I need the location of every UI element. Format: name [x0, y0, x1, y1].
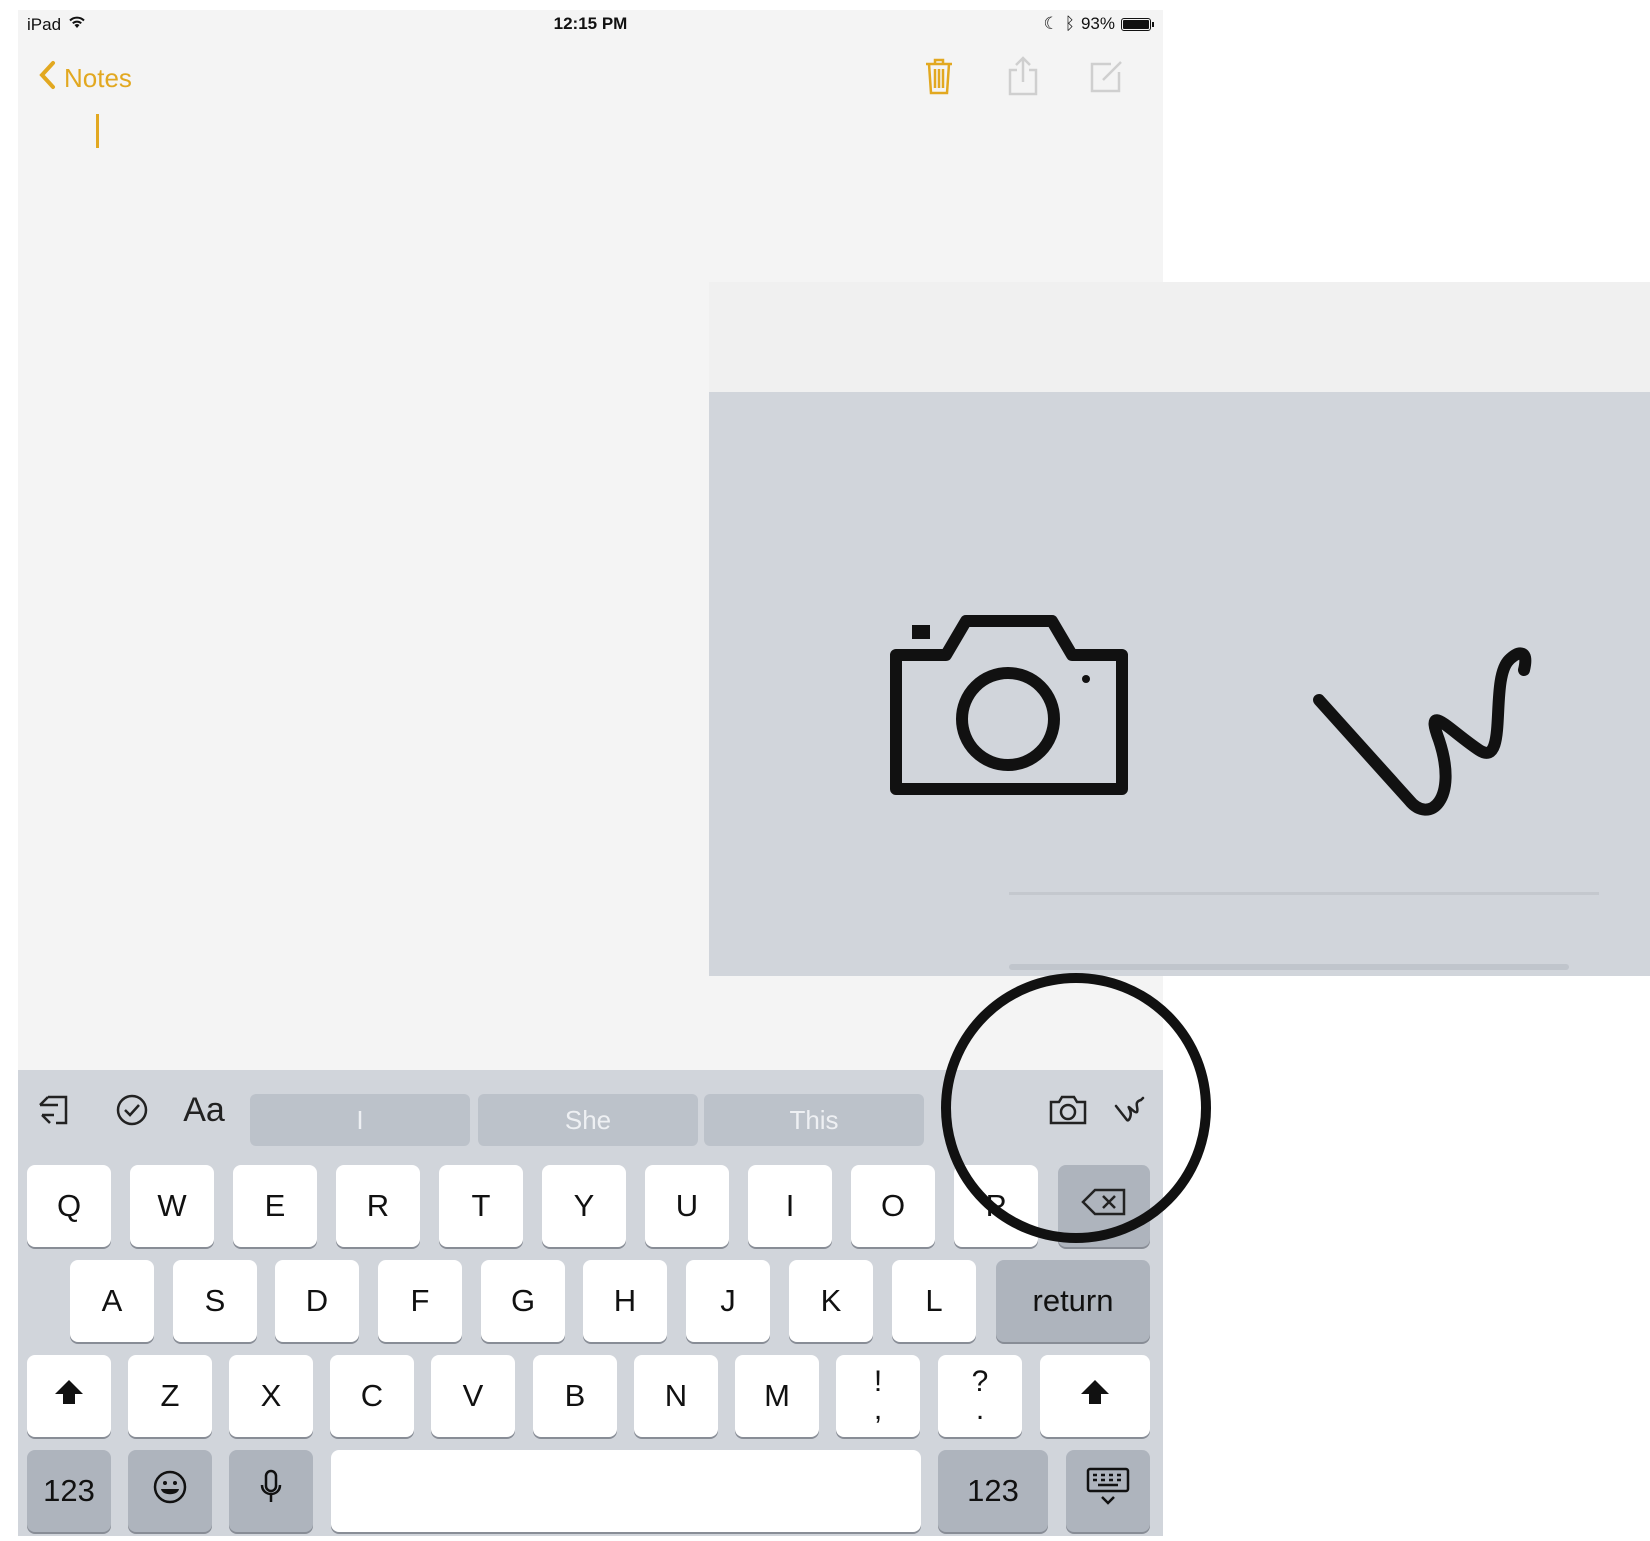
- key-q[interactable]: Q: [27, 1165, 111, 1247]
- key-i[interactable]: I: [748, 1165, 832, 1247]
- battery-fill: [1123, 19, 1150, 29]
- key-c[interactable]: C: [330, 1355, 414, 1437]
- battery-percent: 93%: [1080, 14, 1115, 33]
- zoom-inset: [709, 282, 1650, 976]
- key-j[interactable]: J: [686, 1260, 770, 1342]
- hide-keyboard-icon: [1086, 1467, 1130, 1515]
- compose-icon[interactable]: [1089, 56, 1125, 96]
- shift-icon: [1079, 1378, 1111, 1414]
- checklist-icon[interactable]: [110, 1090, 154, 1130]
- nav-bar: Notes: [18, 50, 1163, 110]
- status-bar: iPad 12:15 PM ☾ ᛒ 93%: [18, 10, 1163, 40]
- emoji-icon: [152, 1469, 188, 1513]
- hide-keyboard-key[interactable]: [1066, 1450, 1150, 1532]
- bluetooth-icon: ᛒ: [1064, 14, 1075, 33]
- suggestion-3[interactable]: This: [704, 1094, 924, 1146]
- suggestion-2[interactable]: She: [478, 1094, 698, 1146]
- key-exclam: !: [873, 1365, 883, 1398]
- microphone-icon: [259, 1469, 283, 1513]
- sketch-icon: [1309, 620, 1539, 835]
- key-s[interactable]: S: [173, 1260, 257, 1342]
- battery-icon: [1121, 17, 1154, 31]
- shift-key-right[interactable]: [1040, 1355, 1150, 1437]
- key-exclam-comma[interactable]: ! ,: [836, 1355, 920, 1437]
- key-l[interactable]: L: [892, 1260, 976, 1342]
- key-y[interactable]: Y: [542, 1165, 626, 1247]
- key-question-period[interactable]: ? .: [938, 1355, 1022, 1437]
- numbers-key-right[interactable]: 123: [938, 1450, 1048, 1532]
- dictation-key[interactable]: [229, 1450, 313, 1532]
- space-bar[interactable]: [331, 1450, 921, 1532]
- key-k[interactable]: K: [789, 1260, 873, 1342]
- key-x[interactable]: X: [229, 1355, 313, 1437]
- moon-icon: ☾: [1043, 14, 1059, 33]
- back-button[interactable]: Notes: [38, 60, 132, 97]
- shift-key-left[interactable]: [27, 1355, 111, 1437]
- suggestion-1[interactable]: I: [250, 1094, 470, 1146]
- text-cursor: [96, 114, 99, 148]
- key-f[interactable]: F: [378, 1260, 462, 1342]
- key-t[interactable]: T: [439, 1165, 523, 1247]
- key-n[interactable]: N: [634, 1355, 718, 1437]
- clock: 12:15 PM: [553, 14, 628, 33]
- key-u[interactable]: U: [645, 1165, 729, 1247]
- key-a[interactable]: A: [70, 1260, 154, 1342]
- trash-icon[interactable]: [921, 56, 957, 96]
- key-v[interactable]: V: [431, 1355, 515, 1437]
- key-b[interactable]: B: [533, 1355, 617, 1437]
- key-r[interactable]: R: [336, 1165, 420, 1247]
- numbers-key-left[interactable]: 123: [27, 1450, 111, 1532]
- key-d[interactable]: D: [275, 1260, 359, 1342]
- share-icon[interactable]: [1005, 56, 1041, 96]
- chevron-left-icon: [38, 60, 56, 97]
- key-h[interactable]: H: [583, 1260, 667, 1342]
- highlight-circle: [941, 973, 1211, 1243]
- key-m[interactable]: M: [735, 1355, 819, 1437]
- emoji-key[interactable]: [128, 1450, 212, 1532]
- key-e[interactable]: E: [233, 1165, 317, 1247]
- undo-icon[interactable]: [32, 1090, 76, 1130]
- key-g[interactable]: G: [481, 1260, 565, 1342]
- key-question: ?: [971, 1365, 989, 1398]
- key-o[interactable]: O: [851, 1165, 935, 1247]
- shift-icon: [53, 1378, 85, 1414]
- key-comma: ,: [873, 1393, 883, 1426]
- camera-icon: [884, 607, 1134, 807]
- key-w[interactable]: W: [130, 1165, 214, 1247]
- back-label: Notes: [64, 63, 132, 93]
- key-period: .: [975, 1393, 985, 1426]
- key-z[interactable]: Z: [128, 1355, 212, 1437]
- format-button[interactable]: Aa: [174, 1090, 234, 1130]
- return-key[interactable]: return: [996, 1260, 1150, 1342]
